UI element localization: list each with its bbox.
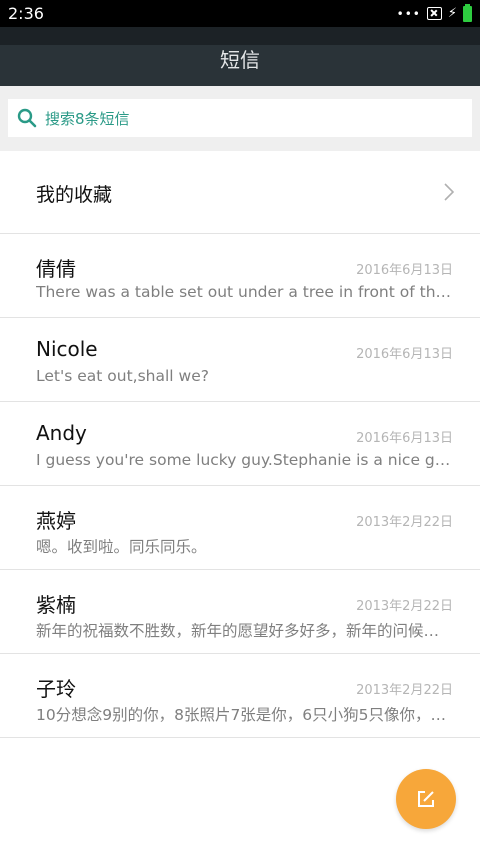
message-preview: 新年的祝福数不胜数，新年的愿望好多好多，新年的问候说不完 <box>36 622 454 640</box>
favorites-label: 我的收藏 <box>36 184 113 206</box>
conversation-item[interactable]: 子玲 2013年2月22日 10分想念9别的你，8张照片7张是你，6只小狗5只像… <box>0 654 480 738</box>
more-dots-icon: ••• <box>396 6 421 21</box>
favorites-row[interactable]: 我的收藏 <box>0 151 480 234</box>
contact-name: 紫楠 <box>36 593 76 617</box>
search-area: 搜索8条短信 <box>0 86 480 151</box>
search-input[interactable]: 搜索8条短信 <box>8 99 472 137</box>
contact-name: Andy <box>36 421 87 445</box>
compose-button[interactable] <box>396 769 456 829</box>
chevron-right-icon <box>444 183 454 201</box>
message-date: 2013年2月22日 <box>356 599 453 614</box>
message-date: 2013年2月22日 <box>356 683 453 698</box>
conversation-item[interactable]: 燕婷 2013年2月22日 嗯。收到啦。同乐同乐。 <box>0 486 480 570</box>
message-preview: Let's eat out,shall we? <box>36 367 209 385</box>
message-date: 2013年2月22日 <box>356 515 453 530</box>
conversation-item[interactable]: 紫楠 2013年2月22日 新年的祝福数不胜数，新年的愿望好多好多，新年的问候说… <box>0 570 480 654</box>
search-placeholder: 搜索8条短信 <box>45 109 130 128</box>
contact-name: 子玲 <box>36 677 76 701</box>
status-icons: ••• ⚡ <box>396 3 472 23</box>
conversation-item[interactable]: 倩倩 2016年6月13日 There was a table set out … <box>0 234 480 318</box>
message-preview: There was a table set out under a tree i… <box>36 283 454 301</box>
message-date: 2016年6月13日 <box>356 347 453 362</box>
search-icon <box>17 108 37 128</box>
status-bar: 2:36 ••• ⚡ <box>0 0 480 27</box>
title-bar: 短信 <box>0 27 480 86</box>
conversation-list: 我的收藏 倩倩 2016年6月13日 There was a table set… <box>0 151 480 738</box>
contact-name: 倩倩 <box>36 257 76 281</box>
contact-name: 燕婷 <box>36 509 76 533</box>
message-preview: 10分想念9别的你，8张照片7张是你，6只小狗5只像你，4季 <box>36 706 454 724</box>
no-sim-icon <box>426 7 442 20</box>
message-preview: 嗯。收到啦。同乐同乐。 <box>36 538 207 556</box>
message-date: 2016年6月13日 <box>356 431 453 446</box>
compose-icon <box>418 791 434 807</box>
charging-bolt-icon: ⚡ <box>447 6 457 21</box>
conversation-item[interactable]: Andy 2016年6月13日 I guess you're some luck… <box>0 402 480 486</box>
battery-icon <box>463 3 472 22</box>
conversation-item[interactable]: Nicole 2016年6月13日 Let's eat out,shall we… <box>0 318 480 402</box>
message-date: 2016年6月13日 <box>356 263 453 278</box>
contact-name: Nicole <box>36 337 98 361</box>
page-title: 短信 <box>220 48 260 72</box>
message-preview: I guess you're some lucky guy.Stephanie … <box>36 451 454 469</box>
status-time: 2:36 <box>8 4 44 23</box>
